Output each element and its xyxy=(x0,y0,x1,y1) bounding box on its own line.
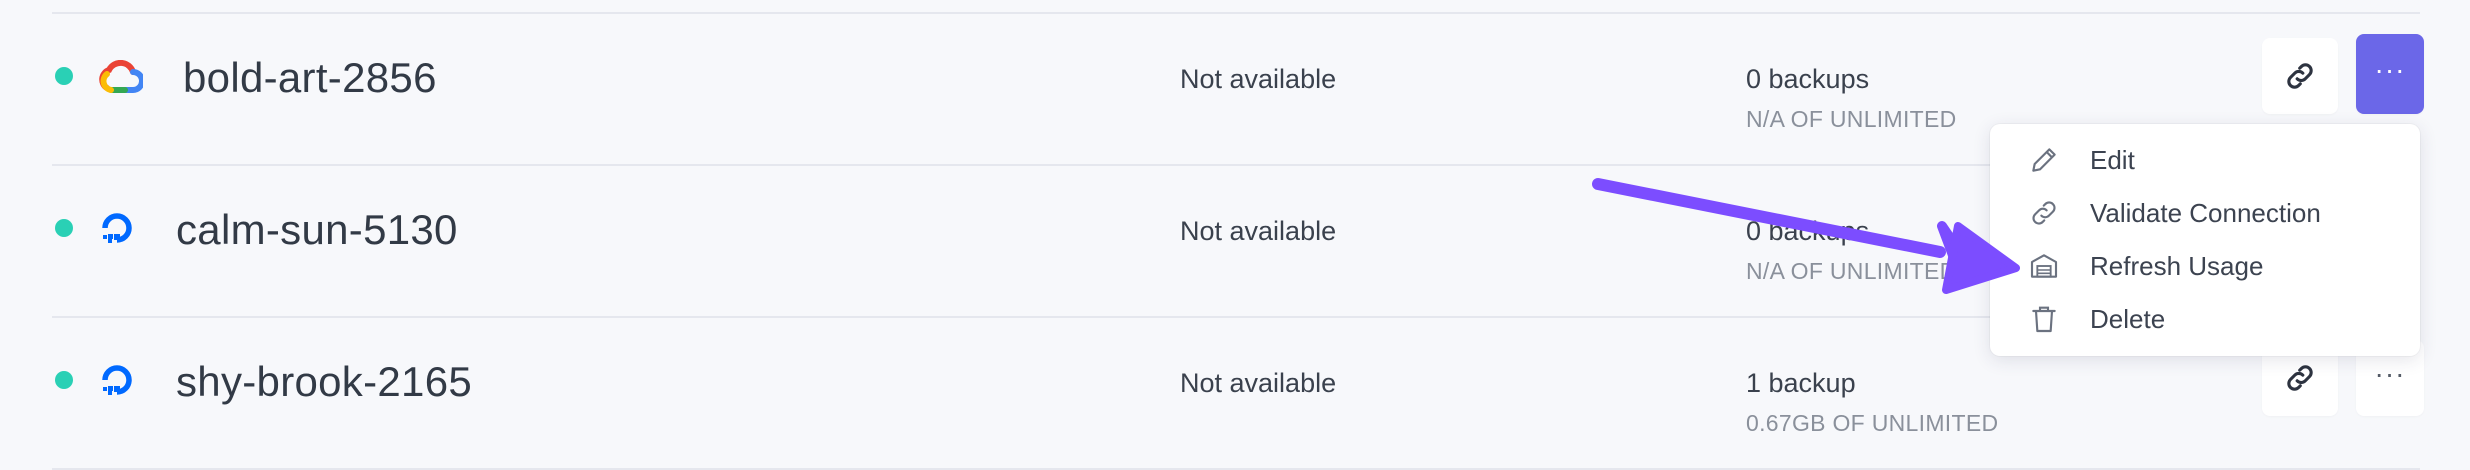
storage-usage: N/A OF UNLIMITED xyxy=(1746,106,1957,132)
actions-dropdown-menu: Edit Validate Connection Refresh Usage D… xyxy=(1990,124,2420,356)
status-dot xyxy=(55,219,73,237)
menu-item-edit[interactable]: Edit xyxy=(1990,135,2420,185)
link-icon xyxy=(2287,365,2313,391)
pencil-icon xyxy=(2032,148,2056,172)
menu-item-label: Validate Connection xyxy=(2090,197,2321,228)
digitalocean-icon xyxy=(102,365,132,395)
backup-count: 0 backups xyxy=(1746,216,1870,246)
availability-status: Not available xyxy=(1180,64,1337,94)
backup-count: 1 backup xyxy=(1746,368,1856,398)
menu-item-label: Edit xyxy=(2090,144,2135,175)
availability-status: Not available xyxy=(1180,216,1337,246)
status-dot xyxy=(55,371,73,389)
menu-item-validate-connection[interactable]: Validate Connection xyxy=(1990,188,2420,238)
more-actions-button[interactable]: ··· xyxy=(2356,34,2424,114)
server-name[interactable]: bold-art-2856 xyxy=(183,54,437,102)
availability-status: Not available xyxy=(1180,368,1337,398)
more-dots-icon: ··· xyxy=(2374,54,2406,85)
menu-item-refresh-usage[interactable]: Refresh Usage xyxy=(1990,241,2420,291)
trash-icon xyxy=(2032,306,2056,333)
menu-item-label: Refresh Usage xyxy=(2090,250,2264,281)
server-name[interactable]: shy-brook-2165 xyxy=(176,358,472,406)
menu-item-delete[interactable]: Delete xyxy=(1990,294,2420,344)
server-name[interactable]: calm-sun-5130 xyxy=(176,206,458,254)
storage-icon xyxy=(2030,254,2058,278)
status-dot xyxy=(55,67,73,85)
link-icon xyxy=(2287,63,2313,89)
google-cloud-icon xyxy=(99,60,143,93)
connection-link-button[interactable] xyxy=(2262,38,2338,114)
menu-item-label: Delete xyxy=(2090,303,2166,334)
storage-usage: N/A OF UNLIMITED xyxy=(1746,258,1957,284)
storage-usage: 0.67GB OF UNLIMITED xyxy=(1746,410,1999,436)
more-dots-icon: ··· xyxy=(2374,358,2406,389)
digitalocean-icon xyxy=(102,213,132,243)
backup-count: 0 backups xyxy=(1746,64,1870,94)
link-icon xyxy=(2032,201,2056,225)
